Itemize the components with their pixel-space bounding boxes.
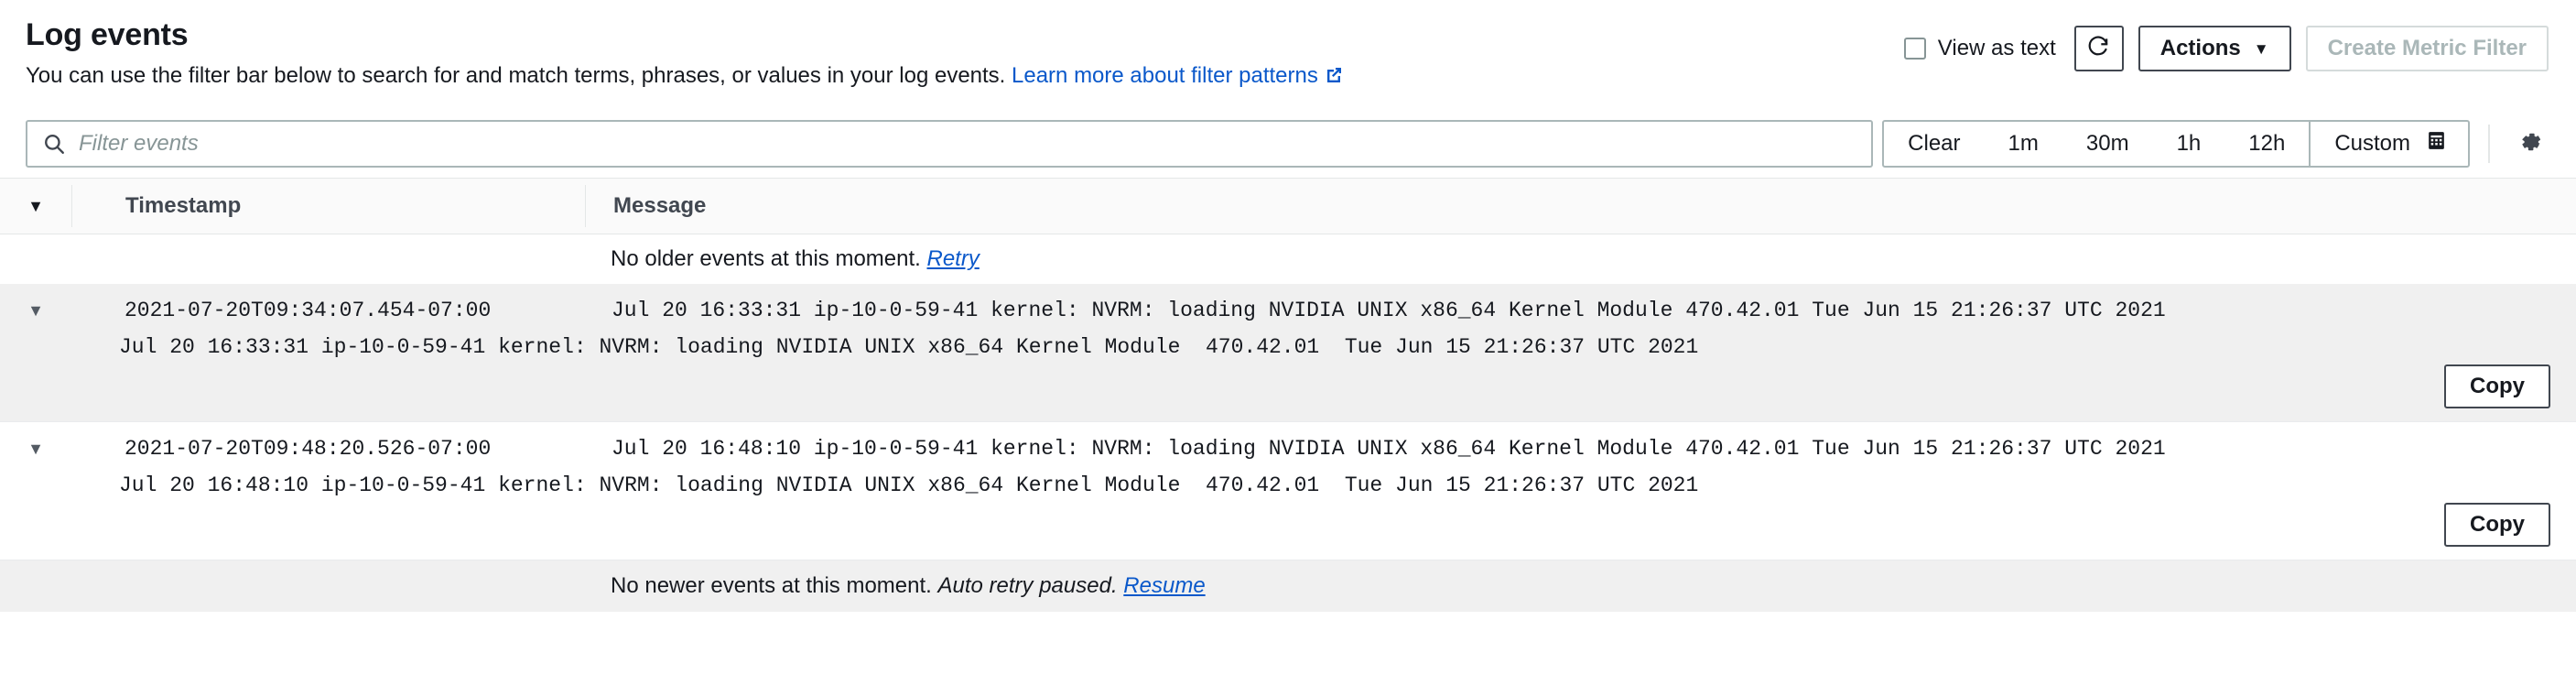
- no-newer-events-text: No newer events at this moment.: [611, 573, 932, 598]
- table-row-summary[interactable]: ▼ 2021-07-20T09:48:20.526-07:00 Jul 20 1…: [0, 422, 2576, 461]
- filter-bar: Clear 1m 30m 1h 12h Custom: [0, 110, 2576, 178]
- row-copy-area: Copy: [0, 359, 2576, 421]
- range-1h-button[interactable]: 1h: [2153, 122, 2225, 166]
- create-metric-filter-button[interactable]: Create Metric Filter: [2305, 26, 2549, 71]
- row-message: Jul 20 16:48:10 ip-10-0-59-41 kernel: NV…: [612, 437, 2166, 461]
- chevron-down-icon: ▼: [27, 197, 44, 215]
- toolbar-divider: [2488, 125, 2490, 163]
- log-events-table: ▼ Timestamp Message No older events at t…: [0, 178, 2576, 612]
- refresh-icon: [2086, 33, 2112, 65]
- column-header-timestamp-label: Timestamp: [125, 193, 242, 218]
- row-expand-toggle[interactable]: ▼: [0, 299, 71, 319]
- view-as-text-checkbox[interactable]: View as text: [1903, 36, 2056, 61]
- checkbox-box[interactable]: [1903, 38, 1926, 60]
- table-row[interactable]: ▼ 2021-07-20T09:34:07.454-07:00 Jul 20 1…: [0, 284, 2576, 422]
- chevron-down-icon: ▼: [27, 440, 44, 458]
- row-detail-text: Jul 20 16:48:10 ip-10-0-59-41 kernel: NV…: [119, 473, 1699, 497]
- filter-patterns-link[interactable]: Learn more about filter patterns: [1012, 63, 1318, 88]
- search-icon: [42, 132, 66, 156]
- auto-retry-paused-text: Auto retry paused.: [937, 573, 1118, 598]
- table-row[interactable]: ▼ 2021-07-20T09:48:20.526-07:00 Jul 20 1…: [0, 422, 2576, 560]
- page-header: Log events You can use the filter bar be…: [0, 0, 2576, 108]
- header-actions: View as text Actions ▼ Create Metric Fil…: [1903, 13, 2550, 71]
- row-copy-area: Copy: [0, 497, 2576, 560]
- range-12h-button[interactable]: 12h: [2224, 122, 2309, 166]
- calendar-icon: [2425, 129, 2448, 158]
- row-timestamp: 2021-07-20T09:34:07.454-07:00: [124, 299, 492, 322]
- no-older-events-row: No older events at this moment. Retry: [0, 234, 2576, 284]
- copy-button[interactable]: Copy: [2444, 503, 2550, 547]
- search-input[interactable]: [77, 130, 1857, 158]
- actions-label: Actions: [2159, 36, 2241, 60]
- no-older-events-text: No older events at this moment.: [611, 246, 921, 271]
- no-newer-events-row: No newer events at this moment. Auto ret…: [0, 560, 2576, 612]
- table-header-row: ▼ Timestamp Message: [0, 178, 2576, 234]
- copy-button[interactable]: Copy: [2444, 364, 2550, 408]
- chevron-down-icon: ▼: [27, 301, 44, 320]
- range-clear-button[interactable]: Clear: [1884, 122, 1984, 166]
- no-newer-events-note: No newer events at this moment. Auto ret…: [0, 573, 1206, 599]
- range-30m-button[interactable]: 30m: [2062, 122, 2153, 166]
- column-header-message[interactable]: Message: [586, 193, 2576, 219]
- range-custom-label: Custom: [2334, 131, 2410, 156]
- page-title: Log events: [26, 17, 189, 52]
- chevron-down-icon: ▼: [2253, 39, 2269, 58]
- gear-icon: [2516, 128, 2544, 160]
- header-text-block: Log events You can use the filter bar be…: [26, 13, 1343, 92]
- settings-gear-button[interactable]: [2510, 128, 2550, 160]
- actions-button[interactable]: Actions ▼: [2138, 26, 2291, 71]
- time-range-group: Clear 1m 30m 1h 12h Custom: [1882, 120, 2470, 168]
- range-1m-button[interactable]: 1m: [1985, 122, 2062, 166]
- column-header-message-label: Message: [613, 193, 707, 218]
- row-detail-text: Jul 20 16:33:31 ip-10-0-59-41 kernel: NV…: [119, 335, 1699, 359]
- no-older-events-note: No older events at this moment. Retry: [0, 246, 980, 272]
- refresh-button[interactable]: [2073, 26, 2124, 71]
- range-custom-button[interactable]: Custom: [2309, 122, 2468, 166]
- sort-toggle[interactable]: ▼: [0, 198, 71, 214]
- row-timestamp: 2021-07-20T09:48:20.526-07:00: [124, 437, 492, 461]
- row-message: Jul 20 16:33:31 ip-10-0-59-41 kernel: NV…: [612, 299, 2166, 322]
- table-row-summary[interactable]: ▼ 2021-07-20T09:34:07.454-07:00 Jul 20 1…: [0, 284, 2576, 322]
- external-link-icon: [1325, 63, 1343, 92]
- page-description-text: You can use the filter bar below to sear…: [26, 62, 1006, 88]
- retry-link[interactable]: Retry: [927, 246, 980, 271]
- column-header-timestamp[interactable]: Timestamp: [72, 193, 585, 219]
- page-description: You can use the filter bar below to sear…: [26, 61, 1343, 92]
- log-events-page: Log events You can use the filter bar be…: [0, 0, 2576, 696]
- resume-link[interactable]: Resume: [1123, 573, 1205, 598]
- row-expand-toggle[interactable]: ▼: [0, 437, 71, 457]
- search-box[interactable]: [26, 120, 1874, 168]
- view-as-text-label: View as text: [1937, 36, 2056, 60]
